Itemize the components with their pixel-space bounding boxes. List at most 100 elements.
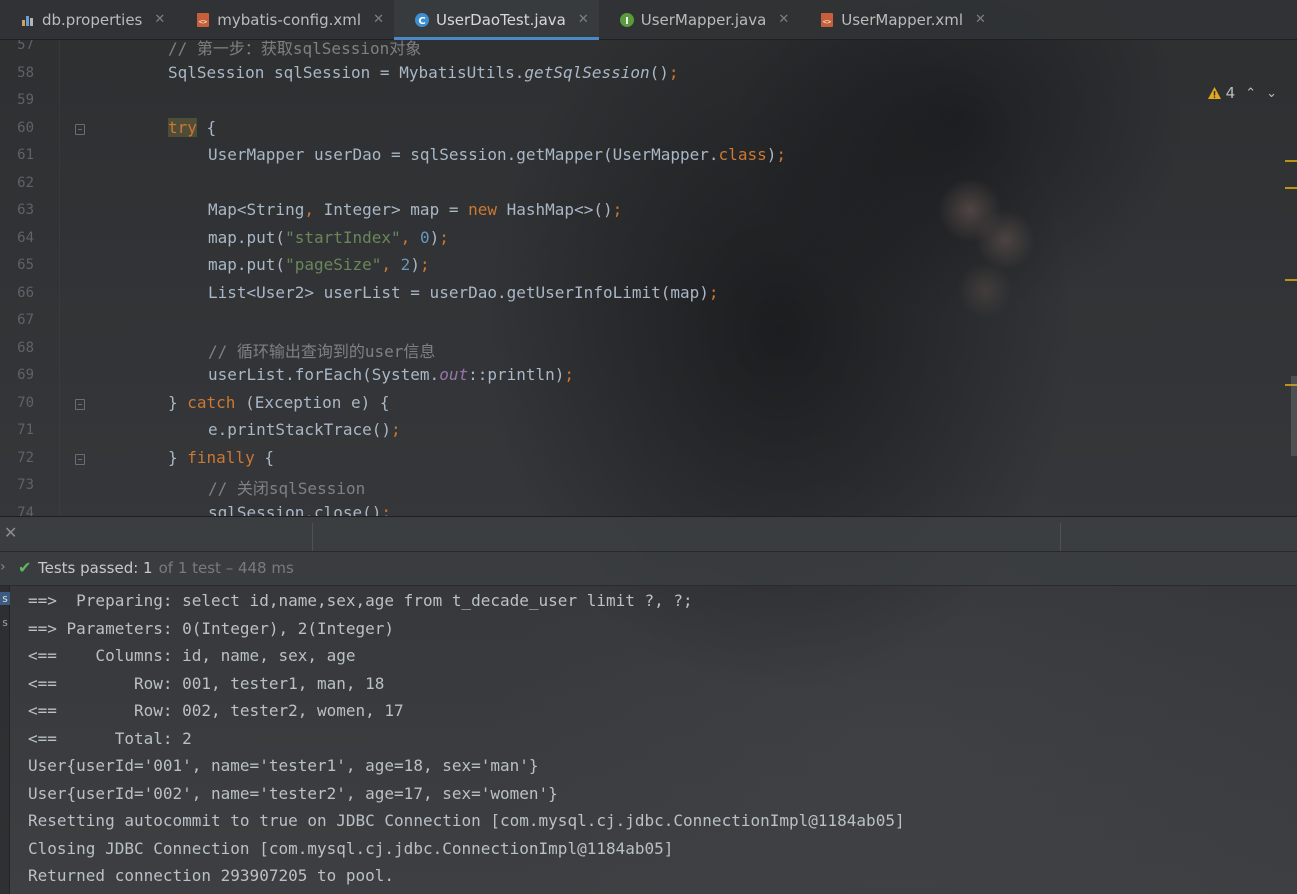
tab-usermapper-xml[interactable]: <> UserMapper.xml ✕ [799,0,996,39]
fold-marker-icon[interactable] [75,453,85,465]
line-number-gutter: 57 58 59 60 61 62 63 64 65 66 67 68 69 70 71 72 73 74 [0,40,60,516]
console-line: <== Row: 002, tester2, women, 17 [28,701,404,720]
close-icon[interactable]: ✕ [778,12,789,27]
code-token: 2 [400,255,411,274]
console-line: ==> Parameters: 0(Integer), 2(Integer) [28,618,395,638]
console-line: User{userId='001', name='tester1', age=1… [28,756,539,775]
code-editor[interactable]: 57 58 59 60 61 62 63 64 65 66 67 68 69 70 71 72 73 74 // … [0,40,1297,516]
code-line: map.put("startIndex", 0); [208,228,449,247]
warning-indicator[interactable]: 4 [1207,84,1235,102]
line-number: 73 [17,477,34,493]
console-line: <== Total: 2 [28,728,192,748]
tab-usermapper-java[interactable]: I UserMapper.java ✕ [599,0,800,39]
line-number: 70 [17,394,34,411]
code-line: // 第一步：获取sqlSession对象 [168,40,421,59]
code-token: { [254,447,274,467]
code-token: SqlSession sqlSession = MybatisUtils. [168,62,525,82]
code-token: catch [187,392,236,412]
run-console[interactable]: ss ==> Preparing: select id,name,sex,age… [0,586,1297,894]
code-token: "startIndex" [285,227,401,247]
console-line: Resetting autocommit to true on JDBC Con… [28,811,905,830]
properties-file-icon [20,12,36,28]
tab-userdaotest-java[interactable]: C UserDaoTest.java ✕ [393,0,599,40]
console-side-tab[interactable]: s [0,616,10,629]
code-token: "pageSize" [285,255,382,274]
code-token: ; [776,145,786,164]
line-number: 74 [17,504,34,517]
close-icon[interactable]: ✕ [373,12,384,27]
code-line: SqlSession sqlSession = MybatisUtils.get… [168,63,679,82]
code-token: , [400,227,411,247]
close-icon[interactable]: ✕ [4,523,17,542]
code-line: map.put("pageSize", 2); [208,255,430,274]
code-line: e.printStackTrace(); [208,420,401,439]
line-number: 58 [17,64,34,81]
code-token: finally [187,447,255,467]
line-number: 57 [17,40,34,53]
java-class-icon: C [414,12,430,28]
code-token: (Exception e) { [235,392,390,412]
console-side-tab[interactable]: s [0,592,10,605]
xml-file-icon: <> [195,12,211,28]
code-token: ; [381,502,392,517]
line-number: 72 [17,449,34,466]
code-token: List<User2> userList = userDao.getUserIn… [208,282,709,302]
tab-label: UserMapper.java [640,10,767,29]
line-number: 62 [17,174,34,191]
line-number: 68 [17,339,34,356]
line-number: 67 [17,312,34,328]
console-side-tabs: ss [0,586,10,894]
close-icon[interactable]: ✕ [154,12,165,27]
java-interface-icon: I [619,12,635,28]
code-line: List<User2> userList = userDao.getUserIn… [208,283,719,302]
inspections-widget[interactable]: 4 ⌃ ⌄ [1207,84,1277,102]
error-stripe-mark[interactable] [1285,160,1297,162]
test-result-label: Tests passed: 1 of 1 test – 448 ms [38,559,294,577]
error-stripe-mark[interactable] [1285,279,1297,281]
tab-label: db.properties [42,10,143,29]
close-icon[interactable]: ✕ [578,12,589,27]
line-number: 61 [17,147,34,163]
line-number: 60 [17,119,34,136]
code-token: ; [708,282,719,302]
close-icon[interactable]: ✕ [975,12,986,27]
code-token: HashMap<>() [497,200,613,219]
code-token: map.put( [208,227,286,247]
code-token: map.put( [208,255,286,274]
code-line: // 循环输出查询到的user信息 [208,338,435,362]
code-token: Map<String [208,200,305,219]
console-line: <== Row: 001, tester1, man, 18 [28,673,385,693]
line-number: 66 [17,284,34,301]
code-token: getSqlSession [524,62,650,82]
line-number: 71 [17,422,34,438]
code-token: class [718,145,767,164]
tab-db-properties[interactable]: db.properties ✕ [0,0,175,39]
chevron-down-icon[interactable]: ⌄ [1266,86,1277,101]
code-token: } [168,447,188,467]
code-token: } [168,392,188,412]
code-token: new [468,200,497,219]
chevron-right-icon[interactable]: › [0,559,6,575]
line-number: 65 [17,257,34,273]
chevron-up-icon[interactable]: ⌃ [1245,86,1256,101]
warning-icon [1207,87,1221,99]
fold-marker-icon[interactable] [75,398,85,410]
xml-file-icon: <> [819,12,835,28]
error-stripe-mark[interactable] [1285,187,1297,189]
tab-mybatis-config-xml[interactable]: <> mybatis-config.xml ✕ [175,0,394,39]
code-token: UserMapper userDao = sqlSession.getMappe… [208,145,719,164]
code-token: ; [612,200,623,219]
code-line: Map<String, Integer> map = new HashMap<>… [208,200,622,219]
divider [1060,523,1061,551]
code-token: // 循环输出查询到的user信息 [208,341,436,361]
code-line: } catch (Exception e) { [168,393,390,412]
fold-marker-icon[interactable] [75,123,85,135]
console-line: User{userId='002', name='tester2', age=1… [28,783,558,803]
line-number: 63 [17,202,34,218]
code-token: ::println) [468,365,565,384]
tab-label: UserMapper.xml [841,10,964,29]
code-token: ; [419,255,430,274]
code-line: // 关闭sqlSession [208,475,365,499]
editor-scrollbar[interactable] [1291,376,1297,456]
code-token: ; [668,62,679,82]
